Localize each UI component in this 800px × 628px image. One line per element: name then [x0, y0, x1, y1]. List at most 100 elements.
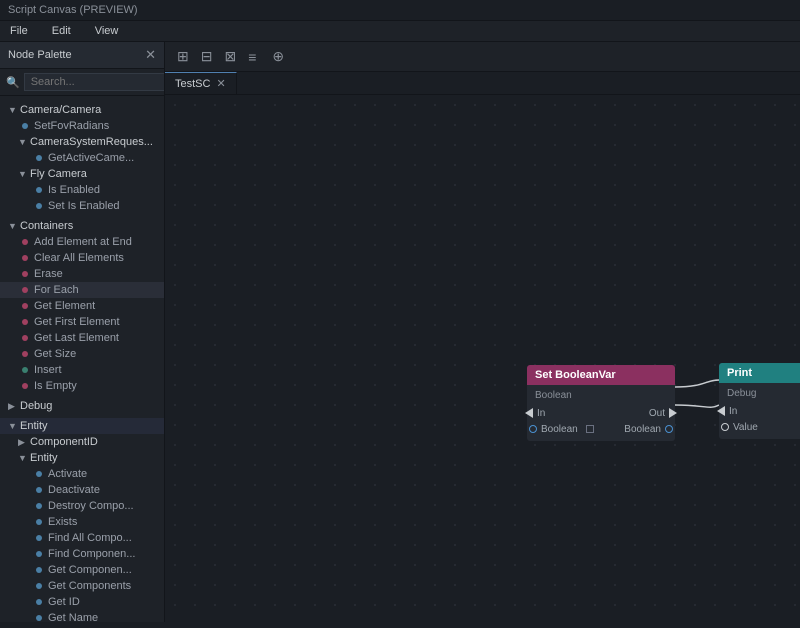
- arrow-entity-sub: ▼: [18, 453, 28, 463]
- sidebar-close-button[interactable]: ✕: [145, 47, 156, 63]
- tab-testsc[interactable]: TestSC ✕: [165, 72, 237, 94]
- item-getactivecame[interactable]: GetActiveCame...: [0, 150, 164, 166]
- dot-activate: [36, 471, 42, 477]
- node-set-booleanvar-header: Set BooleanVar: [527, 365, 675, 385]
- category-flycamera-label: Fly Camera: [30, 168, 87, 180]
- node-print-body: Debug In Out Va: [719, 383, 800, 439]
- item-exists[interactable]: Exists: [0, 514, 164, 530]
- title-bar: Script Canvas (PREVIEW): [0, 0, 800, 21]
- toolbar-align-center[interactable]: ⊟: [197, 46, 217, 67]
- toolbar-check[interactable]: ⊕: [268, 46, 288, 67]
- node-print-subtitle: Debug: [719, 387, 800, 403]
- category-flycamera[interactable]: ▼ Fly Camera: [0, 166, 164, 182]
- dot-isempty: [22, 383, 28, 389]
- item-setisenabled[interactable]: Set Is Enabled: [0, 198, 164, 214]
- node-set-booleanvar-in-bool[interactable]: Boolean: [527, 424, 594, 435]
- script-canvas[interactable]: Set BooleanVar Boolean In Out: [165, 95, 800, 622]
- item-insert[interactable]: Insert: [0, 362, 164, 378]
- item-getid[interactable]: Get ID: [0, 594, 164, 610]
- bool-out-port: [665, 425, 673, 433]
- item-findcomponen[interactable]: Find Componen...: [0, 546, 164, 562]
- category-debug-header[interactable]: ▶ Debug: [0, 398, 164, 414]
- arrow-entity: ▼: [8, 421, 18, 431]
- category-camera-label: Camera/Camera: [20, 104, 101, 116]
- node-palette: Node Palette ✕ 🔍 ✕ + ▼ Camera/Camera Set…: [0, 42, 165, 622]
- sidebar-title: Node Palette: [8, 49, 72, 61]
- item-getlastelement[interactable]: Get Last Element: [0, 330, 164, 346]
- node-set-booleanvar-body: Boolean In Out: [527, 385, 675, 441]
- item-setfovradians[interactable]: SetFovRadians: [0, 118, 164, 134]
- dot-foreach: [22, 287, 28, 293]
- item-isempty[interactable]: Is Empty: [0, 378, 164, 394]
- tab-testsc-close[interactable]: ✕: [216, 77, 225, 90]
- item-getcomponen[interactable]: Get Componen...: [0, 562, 164, 578]
- arrow-containers: ▼: [8, 221, 18, 231]
- item-getsize[interactable]: Get Size: [0, 346, 164, 362]
- item-addelementatend[interactable]: Add Element at End: [0, 234, 164, 250]
- search-bar: 🔍 ✕ +: [0, 69, 164, 96]
- node-set-booleanvar-in-flow[interactable]: In: [527, 408, 545, 419]
- dot-getactivecame: [36, 155, 42, 161]
- content-area: ⊞ ⊟ ⊠ ≡ ⊕ TestSC ✕: [165, 42, 800, 622]
- category-entity-label: Entity: [20, 420, 48, 432]
- category-camerasystem[interactable]: ▼ CameraSystemReques...: [0, 134, 164, 150]
- connections-layer: [165, 95, 800, 622]
- item-getcomponents[interactable]: Get Components: [0, 578, 164, 594]
- item-clearallelements[interactable]: Clear All Elements: [0, 250, 164, 266]
- item-getelement[interactable]: Get Element: [0, 298, 164, 314]
- node-print-value-row: Value: [719, 419, 800, 435]
- item-deactivate[interactable]: Deactivate: [0, 482, 164, 498]
- item-activate[interactable]: Activate: [0, 466, 164, 482]
- menu-file[interactable]: File: [4, 23, 34, 39]
- category-camera-header[interactable]: ▼ Camera/Camera: [0, 102, 164, 118]
- dot-addelement: [22, 239, 28, 245]
- item-getfirstelement[interactable]: Get First Element: [0, 314, 164, 330]
- item-foreach[interactable]: For Each: [0, 282, 164, 298]
- dot-erase: [22, 271, 28, 277]
- node-print-title: Print: [727, 367, 752, 379]
- item-findallcompo[interactable]: Find All Compo...: [0, 530, 164, 546]
- flow-in-arrow: [525, 408, 533, 418]
- item-destroycompo[interactable]: Destroy Compo...: [0, 498, 164, 514]
- item-getname[interactable]: Get Name: [0, 610, 164, 622]
- node-set-booleanvar-flow-row: In Out: [527, 405, 675, 421]
- dot-findcomponen: [36, 551, 42, 557]
- menu-view[interactable]: View: [89, 23, 125, 39]
- category-camerasystem-label: CameraSystemReques...: [30, 136, 153, 148]
- toolbar-align-justify[interactable]: ≡: [244, 47, 260, 67]
- toolbar-align-right[interactable]: ⊠: [220, 46, 240, 67]
- dot-getlast: [22, 335, 28, 341]
- dot-deactivate: [36, 487, 42, 493]
- category-componentid[interactable]: ▶ ComponentID: [0, 434, 164, 450]
- category-entity-header[interactable]: ▼ Entity: [0, 418, 164, 434]
- arrow-debug: ▶: [8, 401, 18, 412]
- value-in-port: [721, 423, 729, 431]
- bool-checkbox[interactable]: [586, 425, 594, 433]
- print-flow-in-arrow: [717, 406, 725, 416]
- node-print-in-value[interactable]: Value: [719, 422, 758, 433]
- node-print[interactable]: Print Debug In Out: [719, 363, 800, 439]
- dot-getcomponents: [36, 583, 42, 589]
- flow-out-arrow: [669, 408, 677, 418]
- category-camera: ▼ Camera/Camera SetFovRadians ▼ CameraSy…: [0, 100, 164, 216]
- main-layout: Node Palette ✕ 🔍 ✕ + ▼ Camera/Camera Set…: [0, 42, 800, 622]
- bool-in-port: [529, 425, 537, 433]
- node-set-booleanvar[interactable]: Set BooleanVar Boolean In Out: [527, 365, 675, 441]
- dot-findallcompo: [36, 535, 42, 541]
- node-set-booleanvar-out-flow[interactable]: Out: [649, 408, 675, 419]
- node-set-booleanvar-out-bool[interactable]: Boolean: [624, 424, 675, 435]
- category-containers-header[interactable]: ▼ Containers: [0, 218, 164, 234]
- item-isenabled[interactable]: Is Enabled: [0, 182, 164, 198]
- node-set-booleanvar-subtitle: Boolean: [527, 389, 675, 405]
- search-input[interactable]: [24, 73, 165, 91]
- menu-edit[interactable]: Edit: [46, 23, 77, 39]
- category-entity-sub[interactable]: ▼ Entity: [0, 450, 164, 466]
- dot-insert: [22, 367, 28, 373]
- item-erase[interactable]: Erase: [0, 266, 164, 282]
- dot-exists: [36, 519, 42, 525]
- node-print-in-flow[interactable]: In: [719, 406, 737, 417]
- toolbar-align-left[interactable]: ⊞: [173, 46, 193, 67]
- arrow-camerasystem: ▼: [18, 137, 28, 147]
- node-set-booleanvar-bool-row: Boolean Boolean: [527, 421, 675, 437]
- arrow-camera: ▼: [8, 105, 18, 115]
